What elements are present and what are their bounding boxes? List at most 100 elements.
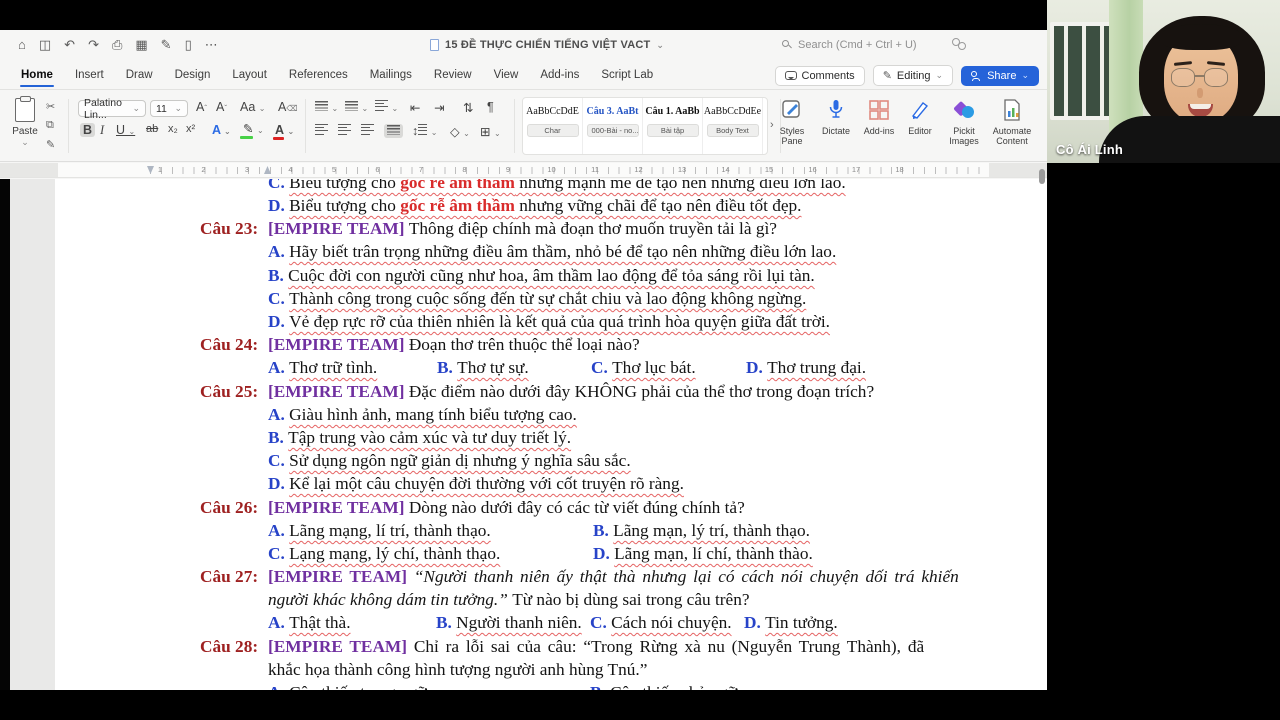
undo-icon[interactable]: ↶ <box>64 37 75 53</box>
tabrow-right-buttons: Comments ✎ Editing ⌄ Share ⌄ <box>774 65 1039 86</box>
align-center-button[interactable] <box>338 124 351 138</box>
text-segment: Câu 24: <box>200 335 259 354</box>
tab-draw[interactable]: Draw <box>115 62 164 89</box>
save-icon[interactable]: ◫ <box>39 37 51 53</box>
ruler-number: 3 <box>244 165 250 174</box>
text-segment: A. <box>268 242 290 261</box>
font-name-select[interactable]: Palatino Lin... ⌄ <box>78 97 146 121</box>
underline-button[interactable]: U ⌄ <box>116 123 135 137</box>
vertical-scrollbar-thumb[interactable] <box>1039 169 1045 184</box>
text-segment: B. <box>268 266 289 285</box>
subscript-button[interactable]: x₂ <box>168 123 178 135</box>
superscript-button[interactable]: x² <box>186 123 195 135</box>
document-line: Câu 26: [EMPIRE TEAM] Dòng nào dưới đây c… <box>55 498 1047 521</box>
font-size-select[interactable]: 11 ⌄ <box>150 100 188 117</box>
ruler-number: 12 <box>634 165 643 174</box>
clear-formatting-button[interactable]: A⌫ <box>278 100 298 114</box>
automate-icon <box>988 97 1036 123</box>
cut-button[interactable]: ✂ <box>46 100 55 113</box>
home-icon[interactable]: ⌂ <box>18 37 26 53</box>
style-card[interactable]: AaBbCcDdE Char <box>523 98 583 154</box>
text-cell: [EMPIRE TEAM] “Người thanh niên ấy thật … <box>268 567 959 587</box>
text-segment: Hãy biết trân trọng những điều âm thầm, … <box>289 242 837 261</box>
align-right-button[interactable] <box>361 124 374 138</box>
paste-button[interactable]: Paste ⌄ <box>8 96 42 148</box>
document-page[interactable]: C. Biểu tượng cho gốc rễ âm thầm nhưng m… <box>55 179 1047 690</box>
tab-review[interactable]: Review <box>423 62 483 89</box>
text-cell: [EMPIRE TEAM] Chỉ ra lỗi sai của câu: “T… <box>268 637 924 657</box>
shrink-font-button[interactable]: Aˇ <box>216 100 227 114</box>
table-tools-icon[interactable]: ▦ <box>135 37 147 53</box>
text-segment: [EMPIRE TEAM] <box>268 637 414 656</box>
document-area[interactable]: C. Biểu tượng cho gốc rễ âm thầm nhưng m… <box>0 179 1047 690</box>
shading-button[interactable]: ◇ ⌄ <box>450 124 470 139</box>
increase-indent-button[interactable]: ⇥ <box>434 100 444 115</box>
document-title[interactable]: 15 ĐỀ THỰC CHIẾN TIẾNG VIỆT VACT ⌄ <box>430 39 664 51</box>
show-paragraph-marks-button[interactable]: ¶ <box>487 100 494 114</box>
redo-icon[interactable]: ↷ <box>88 37 99 53</box>
style-card[interactable]: Câu 3. AaBt 000-Bài - no... <box>583 98 643 154</box>
align-left-button[interactable] <box>315 124 328 138</box>
editor-button[interactable]: Editor <box>896 97 944 136</box>
word-window: ⌂ ◫ ↶ ↷ ⎙ ▦ ✎ ▯ ⋯ 15 ĐỀ THỰC CHIẾN TIẾNG VIỆT VA… <box>0 30 1047 690</box>
editing-mode-button[interactable]: ✎ Editing ⌄ <box>872 65 954 86</box>
italic-button[interactable]: I <box>100 123 104 138</box>
tab-insert[interactable]: Insert <box>64 62 115 89</box>
text-segment: Kể lại một câu chuyện đời thường với cốt… <box>289 474 684 493</box>
pencil-icon: ✎ <box>882 70 892 82</box>
ruler-number: 17 <box>851 165 861 174</box>
share-button[interactable]: Share ⌄ <box>961 65 1039 86</box>
new-document-icon[interactable]: ▯ <box>185 37 192 53</box>
styles-pane-icon <box>768 97 816 123</box>
tab-layout[interactable]: Layout <box>221 62 278 89</box>
styles-pane-button[interactable]: Styles Pane <box>768 97 816 147</box>
decrease-indent-button[interactable]: ⇤ <box>410 100 420 115</box>
tab-design[interactable]: Design <box>164 62 222 89</box>
more-commands-icon[interactable]: ⋯ <box>205 37 218 53</box>
ruler[interactable]: 1 2 3 4 5 6 7 8 9 10 11 12 13 14 15 16 17 18 <box>0 163 1047 178</box>
tab-home[interactable]: Home <box>10 62 64 89</box>
ribbon-tab-row: Home Insert Draw Design Layout References Mail… <box>0 62 1047 90</box>
dictate-button[interactable]: Dictate <box>812 97 860 136</box>
font-color-button[interactable]: A ⌄ <box>273 123 294 140</box>
tab-script-lab[interactable]: Script Lab <box>590 62 664 89</box>
text-segment: Thơ tự sự. <box>457 358 529 377</box>
search-input[interactable]: Search (Cmd + Ctrl + U) <box>782 39 917 51</box>
grow-font-button[interactable]: Aˆ <box>196 100 207 114</box>
format-painter-button[interactable]: ✎ <box>46 138 55 151</box>
line-spacing-button[interactable]: ↕ ⌄ <box>412 124 437 138</box>
comments-button[interactable]: Comments <box>774 65 865 86</box>
multilevel-list-button[interactable]: ⌄ <box>375 100 398 114</box>
justify-button[interactable] <box>384 124 403 138</box>
numbering-button[interactable]: ⌄ <box>345 100 368 114</box>
sort-button[interactable]: ⇅ <box>463 100 473 115</box>
style-card[interactable]: AaBbCcDdEe Body Text <box>703 98 763 154</box>
tab-add-ins[interactable]: Add-ins <box>529 62 590 89</box>
strikethrough-button[interactable]: ab <box>146 123 158 135</box>
pickit-images-button[interactable]: Pickit Images <box>940 97 988 147</box>
tab-references[interactable]: References <box>278 62 359 89</box>
style-preview: AaBbCcDdEe <box>703 106 762 117</box>
text-effects-button[interactable]: A ⌄ <box>212 123 231 137</box>
style-card[interactable]: Câu 1. AaBb Bài tập <box>643 98 703 154</box>
print-icon[interactable]: ⎙ <box>112 37 122 53</box>
ruler-number: 16 <box>808 165 817 174</box>
bullets-button[interactable]: ⌄ <box>315 100 338 114</box>
tab-mailings[interactable]: Mailings <box>359 62 423 89</box>
text-segment: Người thanh niên. <box>456 613 582 632</box>
pickit-icon <box>940 97 988 123</box>
text-cell: A. Hãy biết trân trọng những điều âm thầ… <box>268 242 836 262</box>
highlight-color-button[interactable]: ✎ ⌄ <box>240 121 264 139</box>
format-painter-icon[interactable]: ✎ <box>161 37 172 53</box>
presence-icon[interactable] <box>952 38 968 52</box>
tab-view[interactable]: View <box>483 62 530 89</box>
person-fringe <box>1159 24 1243 50</box>
borders-button[interactable]: ⊞ ⌄ <box>480 124 501 139</box>
change-case-button[interactable]: Aa ⌄ <box>240 100 265 114</box>
bold-button[interactable]: B <box>80 123 96 137</box>
chevron-down-icon: ⌄ <box>1021 70 1029 80</box>
automate-content-button[interactable]: Automate Content <box>988 97 1036 147</box>
ruler-number: 10 <box>547 165 556 174</box>
copy-button[interactable]: ⧉ <box>46 119 55 132</box>
text-segment: Câu 27: <box>200 567 259 586</box>
